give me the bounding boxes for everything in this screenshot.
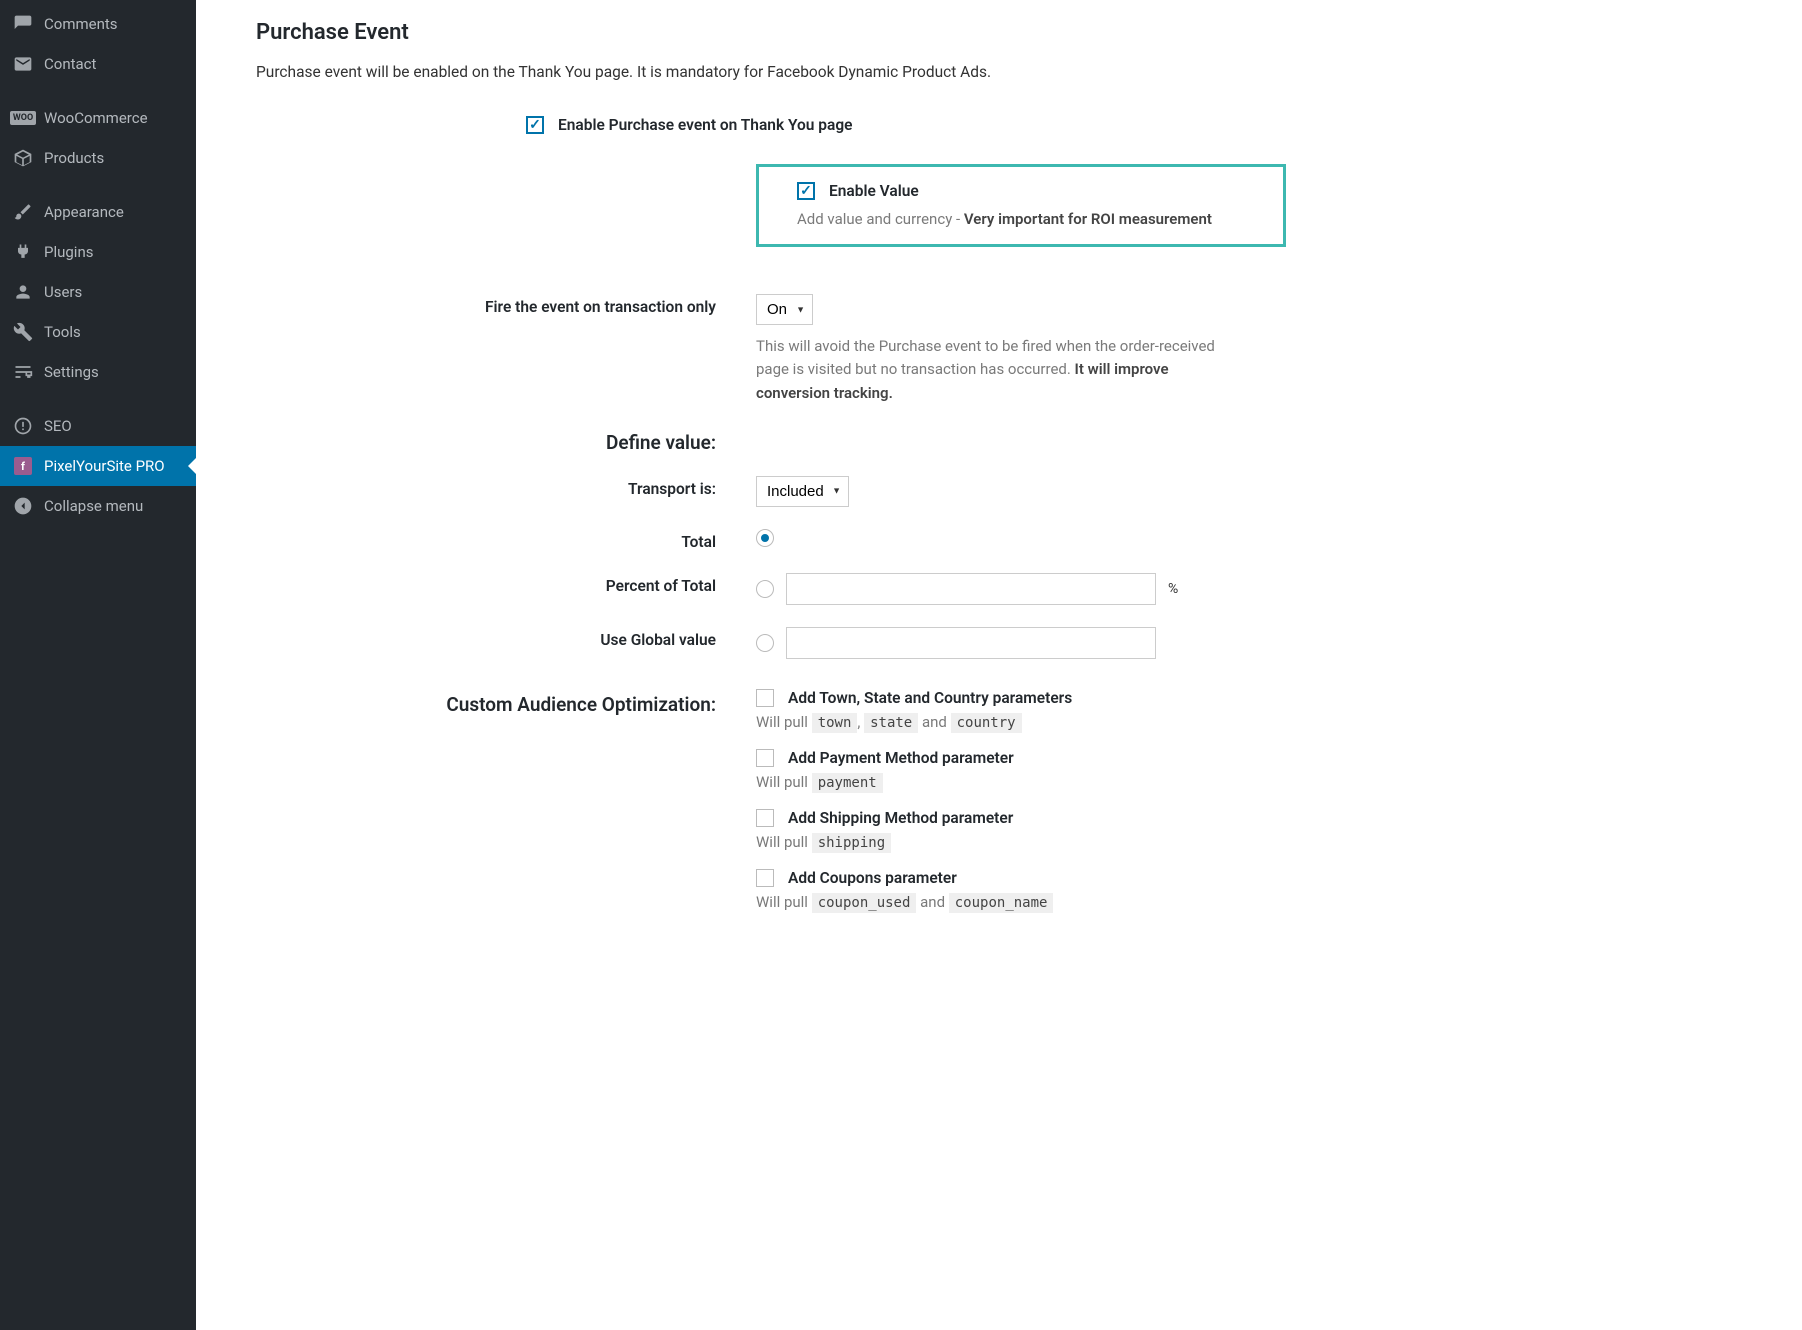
- sidebar-item-collapse[interactable]: Collapse menu: [0, 486, 196, 526]
- sidebar-item-contact[interactable]: Contact: [0, 44, 196, 84]
- cao-item-label: Add Town, State and Country parameters: [788, 689, 1072, 707]
- cao-checkbox[interactable]: [756, 809, 774, 827]
- enable-value-checkbox[interactable]: [797, 182, 815, 200]
- sidebar-item-label: SEO: [44, 417, 72, 435]
- woo-icon: WOO: [12, 107, 34, 129]
- cao-list: Add Town, State and Country parameters Wi…: [756, 689, 1772, 929]
- sidebar-item-plugins[interactable]: Plugins: [0, 232, 196, 272]
- fire-transaction-help: This will avoid the Purchase event to be…: [756, 335, 1216, 405]
- cao-checkbox[interactable]: [756, 689, 774, 707]
- cao-item-label: Add Shipping Method parameter: [788, 809, 1013, 827]
- cao-item-sub: Will pull shipping: [756, 833, 1772, 851]
- define-value-title: Define value:: [256, 427, 756, 454]
- sidebar-item-label: Products: [44, 149, 104, 167]
- global-value-radio[interactable]: [756, 634, 774, 652]
- sidebar-item-seo[interactable]: SEO: [0, 406, 196, 446]
- total-label: Total: [256, 529, 756, 551]
- cao-item-sub: Will pull coupon_used and coupon_name: [756, 893, 1772, 911]
- brush-icon: [12, 201, 34, 223]
- sidebar-item-label: PixelYourSite PRO: [44, 457, 165, 475]
- percent-suffix: %: [1168, 581, 1178, 597]
- cao-item-sub: Will pull payment: [756, 773, 1772, 791]
- cao-item-label: Add Coupons parameter: [788, 869, 957, 887]
- section-title: Purchase Event: [256, 20, 1772, 45]
- sidebar-item-label: Plugins: [44, 243, 93, 261]
- collapse-icon: [12, 495, 34, 517]
- sidebar-item-tools[interactable]: Tools: [0, 312, 196, 352]
- cao-item-label: Add Payment Method parameter: [788, 749, 1014, 767]
- sidebar-item-label: WooCommerce: [44, 109, 148, 127]
- enable-value-label: Enable Value: [829, 182, 919, 200]
- wrench-icon: [12, 321, 34, 343]
- fb-icon: f: [12, 455, 34, 477]
- main-content: Purchase Event Purchase event will be en…: [196, 0, 1802, 1330]
- section-desc: Purchase event will be enabled on the Th…: [256, 63, 1772, 81]
- percent-label: Percent of Total: [256, 573, 756, 595]
- sidebar-item-products[interactable]: Products: [0, 138, 196, 178]
- sidebar-item-label: Comments: [44, 15, 118, 33]
- mail-icon: [12, 53, 34, 75]
- fire-transaction-label: Fire the event on transaction only: [256, 294, 756, 316]
- enable-purchase-label: Enable Purchase event on Thank You page: [558, 116, 853, 134]
- percent-input[interactable]: [786, 573, 1156, 605]
- user-icon: [12, 281, 34, 303]
- global-value-label: Use Global value: [256, 627, 756, 649]
- cao-item: Add Payment Method parameter: [756, 749, 1772, 767]
- transport-label: Transport is:: [256, 476, 756, 498]
- enable-value-sub: Add value and currency - Very important …: [797, 210, 1263, 228]
- sidebar-item-label: Appearance: [44, 203, 124, 221]
- global-value-input[interactable]: [786, 627, 1156, 659]
- sidebar-item-settings[interactable]: Settings: [0, 352, 196, 392]
- enable-value-box: Enable Value Add value and currency - Ve…: [756, 164, 1286, 247]
- transport-select[interactable]: Included: [756, 476, 849, 507]
- sidebar-item-pixelyoursite[interactable]: f PixelYourSite PRO: [0, 446, 196, 486]
- percent-radio[interactable]: [756, 580, 774, 598]
- enable-purchase-checkbox[interactable]: [526, 116, 544, 134]
- sidebar-item-appearance[interactable]: Appearance: [0, 192, 196, 232]
- cao-checkbox[interactable]: [756, 869, 774, 887]
- sidebar-item-label: Contact: [44, 55, 96, 73]
- box-icon: [12, 147, 34, 169]
- sidebar-item-label: Settings: [44, 363, 99, 381]
- sliders-icon: [12, 361, 34, 383]
- cao-title: Custom Audience Optimization:: [256, 689, 756, 716]
- sidebar-item-label: Tools: [44, 323, 81, 341]
- total-radio[interactable]: [756, 529, 774, 547]
- fire-transaction-select[interactable]: On: [756, 294, 813, 325]
- cao-checkbox[interactable]: [756, 749, 774, 767]
- sidebar-item-label: Collapse menu: [44, 497, 143, 515]
- sidebar-item-woocommerce[interactable]: WOO WooCommerce: [0, 98, 196, 138]
- cao-item: Add Coupons parameter: [756, 869, 1772, 887]
- sidebar-item-label: Users: [44, 283, 82, 301]
- admin-sidebar: Comments Contact WOO WooCommerce Product…: [0, 0, 196, 1330]
- sidebar-item-comments[interactable]: Comments: [0, 4, 196, 44]
- seo-icon: [12, 415, 34, 437]
- plug-icon: [12, 241, 34, 263]
- cao-item-sub: Will pull town, state and country: [756, 713, 1772, 731]
- comment-icon: [12, 13, 34, 35]
- sidebar-item-users[interactable]: Users: [0, 272, 196, 312]
- cao-item: Add Town, State and Country parameters: [756, 689, 1772, 707]
- cao-item: Add Shipping Method parameter: [756, 809, 1772, 827]
